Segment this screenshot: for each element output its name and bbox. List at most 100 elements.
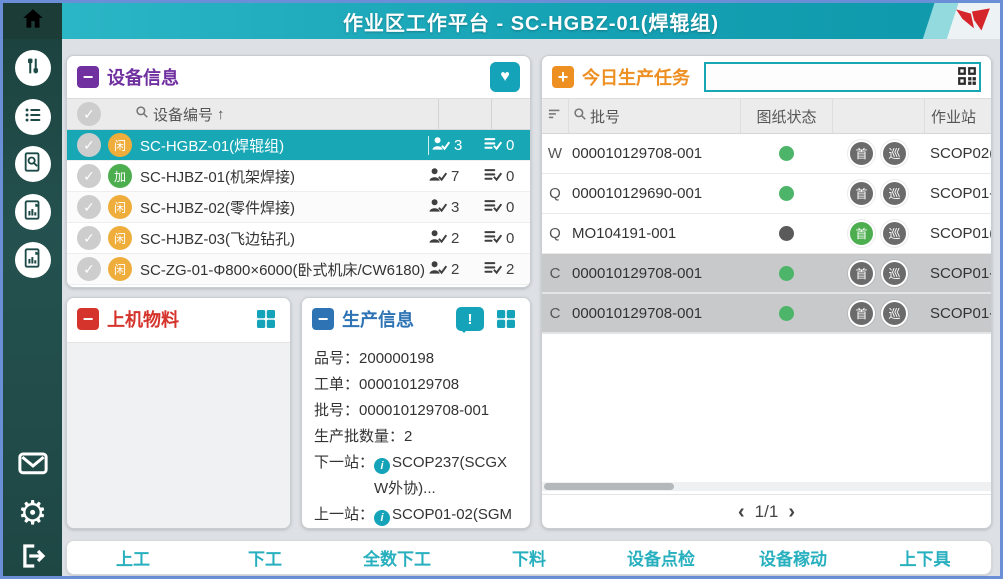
task-row[interactable]: W 000010129708-001 首 巡 SCOP02(SGMH0... — [542, 134, 991, 174]
operators-icon — [429, 167, 447, 186]
patrol-inspection-button[interactable]: 巡 — [881, 300, 908, 327]
task-row[interactable]: Q 000010129690-001 首 巡 SCOP01-01(SGM... — [542, 174, 991, 214]
unload-material-button[interactable]: 下料 — [463, 545, 595, 570]
operators-icon — [429, 260, 447, 279]
equipment-inspection-button[interactable]: 设备点检 — [595, 545, 727, 570]
row-check-icon[interactable]: ✓ — [77, 133, 101, 157]
search-icon — [573, 107, 587, 125]
station-column[interactable]: 作业站 — [924, 99, 991, 133]
drawing-status-dot — [779, 226, 794, 241]
equipment-name: SC-HGBZ-01(焊辊组) — [140, 135, 428, 156]
task-count: 2 — [506, 261, 514, 278]
sidebar-item-workflow[interactable] — [15, 50, 51, 86]
sidebar-item-doc-search[interactable] — [15, 146, 51, 182]
equipment-row[interactable]: ✓ 闲 SC-HGBZ-01(焊辊组) 3 0 — [67, 130, 530, 161]
field-label: 下一站： — [314, 450, 374, 502]
first-inspection-button[interactable]: 首 — [848, 220, 875, 247]
expand-icon[interactable]: + — [552, 66, 574, 88]
patrol-inspection-button[interactable]: 巡 — [881, 180, 908, 207]
mail-icon — [16, 449, 50, 484]
materials-panel-title: 上机物料 — [107, 306, 179, 332]
patrol-inspection-button[interactable]: 巡 — [881, 260, 908, 287]
task-type: Q — [542, 185, 568, 202]
home-button[interactable] — [3, 3, 62, 39]
horizontal-scrollbar[interactable] — [542, 482, 991, 491]
clock-out-all-button[interactable]: 全数下工 — [331, 545, 463, 570]
row-check-icon[interactable]: ✓ — [77, 226, 101, 250]
equipment-row[interactable]: ✓ 闲 SC-HJBZ-02(零件焊接) 3 0 — [67, 192, 530, 223]
sidebar-item-settings[interactable]: ⚙ — [14, 495, 52, 529]
prev-page-button[interactable]: ‹ — [738, 502, 745, 522]
patrol-inspection-button[interactable]: 巡 — [881, 220, 908, 247]
first-inspection-button[interactable]: 首 — [848, 260, 875, 287]
list-icon — [22, 104, 44, 131]
field-value: 2 — [404, 424, 518, 450]
filter-icon[interactable] — [548, 107, 562, 125]
equipment-row[interactable]: ✓ 加 SC-HJBZ-01(机架焊接) 7 0 — [67, 161, 530, 192]
production-panel-title: 生产信息 — [342, 306, 414, 332]
sidebar-item-mail[interactable] — [14, 449, 52, 483]
task-station: SCOP01-02(SGM... — [924, 265, 991, 282]
first-inspection-button[interactable]: 首 — [848, 300, 875, 327]
sidebar-item-report[interactable] — [15, 194, 51, 230]
field-label: 工单： — [314, 372, 359, 398]
task-scan-input[interactable] — [704, 62, 981, 92]
info-icon[interactable]: i — [374, 510, 390, 526]
collapse-icon[interactable]: − — [312, 308, 334, 330]
search-icon — [135, 105, 149, 123]
equipment-name: SC-HJBZ-01(机架焊接) — [140, 166, 428, 187]
task-count: 0 — [506, 137, 514, 154]
equipment-name: SC-HJBZ-03(飞边钻孔) — [140, 228, 428, 249]
sidebar-item-logout[interactable] — [14, 541, 52, 575]
operator-count: 7 — [451, 168, 459, 185]
comment-alert-icon[interactable]: ! — [456, 307, 484, 331]
task-type: C — [542, 305, 568, 322]
patrol-inspection-button[interactable]: 巡 — [881, 140, 908, 167]
status-badge: 加 — [108, 164, 132, 188]
task-type: Q — [542, 225, 568, 242]
task-station: SCOP01-01(SGM... — [924, 185, 991, 202]
pagination: ‹ 1/1 › — [542, 494, 991, 528]
app-window: ⚙ 作业区工作平台 - SC-HGBZ-01(焊辊组) − 设备信息 ♥ ✓ 设… — [0, 0, 1003, 579]
clock-in-button[interactable]: 上工 — [67, 545, 199, 570]
first-inspection-button[interactable]: 首 — [848, 140, 875, 167]
next-page-button[interactable]: › — [788, 502, 795, 522]
favorite-button[interactable]: ♥ — [490, 62, 520, 92]
task-count: 0 — [506, 230, 514, 247]
status-badge: 闲 — [108, 195, 132, 219]
grid-view-icon[interactable] — [492, 305, 520, 333]
select-all-check-icon[interactable]: ✓ — [77, 102, 101, 126]
field-label: 品号： — [314, 346, 359, 372]
tooling-button[interactable]: 上下具 — [859, 545, 991, 570]
grid-view-icon[interactable] — [252, 305, 280, 333]
task-row[interactable]: C 000010129708-001 首 巡 SCOP01-02(SGM... — [542, 254, 991, 294]
row-check-icon[interactable]: ✓ — [77, 257, 101, 281]
first-inspection-button[interactable]: 首 — [848, 180, 875, 207]
info-icon[interactable]: i — [374, 458, 390, 474]
equipment-row[interactable]: ✓ 闲 SC-ZG-01-Φ800×6000(卧式机床/CW6180) 2 2 — [67, 254, 530, 285]
equipment-utilization-button[interactable]: 设备稼动 — [727, 545, 859, 570]
equipment-sort-column[interactable]: 设备编号 — [153, 104, 213, 125]
scrollbar-thumb[interactable] — [544, 483, 674, 490]
doc-report2-icon — [22, 247, 44, 274]
row-check-icon[interactable]: ✓ — [77, 164, 101, 188]
qr-scan-icon[interactable] — [957, 66, 977, 91]
batch-column[interactable]: 批号 — [590, 106, 620, 127]
equipment-column-header[interactable]: ✓ 设备编号 ↑ — [67, 98, 530, 130]
row-check-icon[interactable]: ✓ — [77, 195, 101, 219]
collapse-icon[interactable]: − — [77, 308, 99, 330]
drawing-status-column[interactable]: 图纸状态 — [740, 99, 832, 133]
task-batch: MO104191-001 — [568, 225, 740, 242]
equipment-row[interactable]: ✓ 闲 SC-HJBZ-03(飞边钻孔) 2 0 — [67, 223, 530, 254]
tasks-column-header: 批号 图纸状态 作业站 — [542, 98, 991, 134]
materials-panel: − 上机物料 — [66, 297, 291, 529]
field-value: SCOP01-02(SGMH01开 — [374, 506, 512, 529]
task-count: 0 — [506, 199, 514, 216]
task-row[interactable]: Q MO104191-001 首 巡 SCOP01(SGMH0... — [542, 214, 991, 254]
collapse-icon[interactable]: − — [77, 66, 99, 88]
task-row[interactable]: C 000010129708-001 首 巡 SCOP01-01(SGM... — [542, 294, 991, 334]
sidebar-item-list[interactable] — [15, 99, 51, 135]
sidebar-item-report2[interactable] — [15, 242, 51, 278]
task-list-icon — [484, 167, 502, 186]
clock-out-button[interactable]: 下工 — [199, 545, 331, 570]
